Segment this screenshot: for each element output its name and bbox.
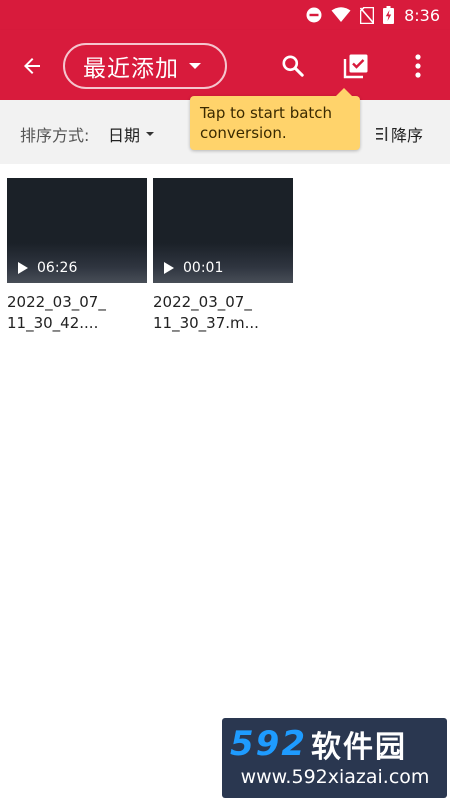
video-file-name: 2022_03_07_ 11_30_37.m...: [153, 292, 293, 334]
caret-down-icon: [146, 132, 155, 136]
caret-down-icon: [189, 63, 201, 69]
do-not-disturb-icon: [306, 7, 322, 23]
page-title: 最近添加: [83, 56, 179, 82]
file-name-line2: 11_30_42....: [7, 314, 99, 332]
back-button[interactable]: [16, 50, 48, 82]
file-name-line2: 11_30_37.m...: [153, 314, 259, 332]
status-time: 8:36: [404, 5, 440, 25]
video-item[interactable]: 00:01 2022_03_07_ 11_30_37.m...: [153, 178, 293, 334]
sort-field-value: 日期: [108, 126, 141, 145]
video-thumbnail[interactable]: 06:26: [7, 178, 147, 283]
battery-charging-icon: [383, 6, 395, 24]
more-vert-icon: [415, 54, 421, 78]
play-icon: [18, 262, 28, 274]
sort-order-icon: [376, 126, 388, 142]
file-name-line1: 2022_03_07_: [153, 293, 252, 311]
arrow-left-icon: [24, 58, 40, 74]
video-grid: 06:26 2022_03_07_ 11_30_42.... 00:01 202…: [7, 178, 293, 334]
sort-field-dropdown[interactable]: 日期: [108, 122, 155, 146]
tooltip-text-line1: Tap to start batch: [200, 104, 333, 122]
play-icon: [164, 262, 174, 274]
video-item[interactable]: 06:26 2022_03_07_ 11_30_42....: [7, 178, 147, 334]
search-icon: [282, 55, 304, 77]
site-watermark: 592 软件园 www.592xiazai.com: [222, 718, 447, 798]
status-bar: 8:36: [0, 0, 450, 30]
search-button[interactable]: [277, 50, 309, 82]
video-duration: 06:26: [37, 260, 78, 276]
collection-dropdown[interactable]: 最近添加: [63, 43, 227, 89]
batch-conversion-tooltip[interactable]: Tap to start batch conversion.: [190, 88, 360, 150]
watermark-logo-text: 软件园: [310, 730, 407, 765]
app-bar: 最近添加: [0, 30, 450, 100]
watermark-logo-number: 592: [230, 724, 307, 764]
file-name-line1: 2022_03_07_: [7, 293, 106, 311]
sort-order-toggle[interactable]: 降序: [376, 122, 423, 146]
tooltip-arrow: [336, 88, 352, 96]
tooltip-text-line2: conversion.: [200, 124, 287, 142]
screen: 8:36 最近添加 排序方式: 日期 降序 Tap to start batch…: [0, 0, 450, 800]
video-thumbnail[interactable]: 00:01: [153, 178, 293, 283]
watermark-logo: 592 软件园: [230, 724, 440, 765]
sort-order-label: 降序: [391, 126, 424, 145]
more-options-button[interactable]: [402, 50, 434, 82]
batch-convert-button[interactable]: [340, 50, 372, 82]
no-sim-icon: [360, 6, 375, 24]
video-file-name: 2022_03_07_ 11_30_42....: [7, 292, 147, 334]
checklist-icon: [343, 54, 368, 79]
wifi-icon: [331, 7, 351, 23]
watermark-url: www.592xiazai.com: [240, 766, 430, 788]
video-duration: 00:01: [183, 260, 224, 276]
sort-label: 排序方式:: [20, 126, 90, 145]
